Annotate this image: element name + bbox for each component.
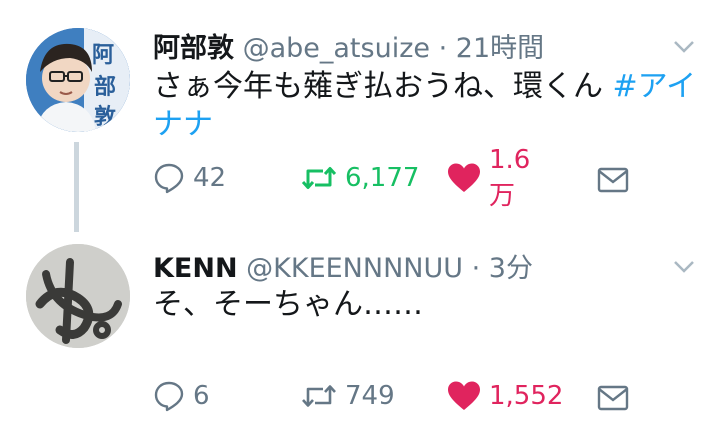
display-name[interactable]: 阿部敦 [153, 33, 234, 64]
tweet-text: そ、そーちゃん…… [153, 286, 698, 324]
display-name[interactable]: KENN [153, 253, 238, 284]
handle[interactable]: @abe_atsuize [243, 33, 430, 64]
tweet[interactable]: KENN @KKEENNNNUU · 3分 そ、そーちゃん…… 6 749 1,… [0, 220, 720, 432]
direct-message-button[interactable] [597, 162, 629, 198]
chevron-down-icon[interactable] [672, 256, 696, 276]
separator-dot: · [438, 33, 448, 64]
retweet-count: 6,177 [345, 163, 420, 193]
heart-icon [448, 163, 480, 192]
mail-icon [597, 385, 629, 411]
handle[interactable]: @KKEENNNNUU [246, 253, 463, 284]
mail-icon [597, 167, 629, 193]
retweet-button[interactable]: 749 [301, 378, 395, 414]
svg-text:敦: 敦 [94, 104, 117, 130]
like-button[interactable]: 1.6万 [447, 145, 530, 211]
svg-text:阿: 阿 [92, 43, 114, 68]
reply-count: 6 [193, 381, 210, 411]
tweet-body: そ、そーちゃん…… [153, 287, 423, 322]
tweet-text: さぁ今年も薙ぎ払おうね、環くん #アイナナ [153, 68, 698, 144]
tweet[interactable]: 阿 部 敦 阿部敦 @abe_atsuize · 21時間 さぁ今年も薙ぎ払おう… [0, 0, 720, 220]
avatar-image [26, 244, 130, 348]
retweet-icon [302, 385, 336, 407]
retweet-count: 749 [345, 381, 395, 411]
tweet-header: KENN @KKEENNNNUU · 3分 [153, 246, 533, 285]
avatar[interactable] [26, 244, 130, 348]
like-count: 1,552 [489, 381, 564, 411]
avatar-image: 阿 部 敦 [26, 28, 130, 132]
separator-dot: · [471, 253, 481, 284]
reply-icon [154, 163, 184, 194]
reply-icon [154, 381, 184, 412]
svg-text:部: 部 [94, 74, 116, 100]
heart-icon [448, 381, 480, 410]
direct-message-button[interactable] [597, 380, 629, 416]
chevron-down-icon[interactable] [672, 36, 696, 56]
reply-count: 42 [193, 163, 227, 193]
like-count: 1.6万 [489, 144, 531, 211]
reply-button[interactable]: 42 [153, 160, 226, 196]
avatar[interactable]: 阿 部 敦 [26, 28, 130, 132]
timestamp[interactable]: 3分 [489, 253, 533, 284]
tweet-body: さぁ今年も薙ぎ払おうね、環くん [153, 69, 613, 104]
tweet-header: 阿部敦 @abe_atsuize · 21時間 [153, 26, 544, 65]
like-button[interactable]: 1,552 [447, 378, 563, 414]
retweet-icon [301, 167, 337, 189]
retweet-button[interactable]: 6,177 [301, 160, 419, 196]
reply-button[interactable]: 6 [153, 378, 210, 414]
timestamp[interactable]: 21時間 [456, 33, 544, 64]
